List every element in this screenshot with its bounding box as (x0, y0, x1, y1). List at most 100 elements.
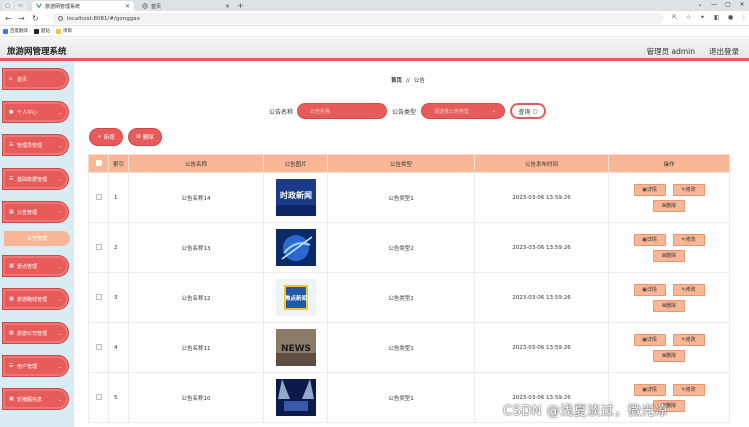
submenu-notice-management[interactable]: 公告管理 (4, 231, 70, 246)
back-icon[interactable]: ← (5, 12, 12, 25)
sidebar-item-carousel[interactable]: ▣ 轮播图信息 ⌄ (2, 388, 69, 410)
chevron-down-icon: ⌄ (58, 109, 62, 115)
row-checkbox[interactable] (95, 393, 102, 400)
sidebar-item-basic-data[interactable]: ☰ 基础数据管理 ⌄ (2, 168, 69, 190)
bookmark-item[interactable]: 百度翻译 (3, 28, 28, 34)
chevron-down-icon: ⌄ (58, 176, 62, 182)
table-row: 3 公告名称12 焦点新闻 公告类型2 2023-03-06 13:59:26 … (88, 272, 730, 323)
sidebar-item-users[interactable]: ☰ 用户管理 ⌄ (2, 355, 69, 377)
sidebar-item-notice[interactable]: ▦ 公告管理 ⌃ (2, 201, 69, 223)
info-icon[interactable] (58, 16, 63, 21)
row-actions: ▣ 详情 ✎ 修改 ⊠ 删除 (608, 172, 730, 223)
notice-image[interactable] (275, 379, 316, 416)
notice-image[interactable]: 焦点新闻 (275, 279, 316, 316)
menu-icon[interactable]: ⋮ (741, 14, 747, 21)
row-checkbox[interactable] (95, 243, 102, 250)
row-index: 1 (108, 172, 129, 223)
row-notice-type: 公告类型1 (327, 372, 475, 423)
profile-icon[interactable]: ● (728, 14, 733, 21)
detail-button[interactable]: ▣ 详情 (633, 333, 666, 346)
notice-image[interactable]: NEWS (275, 329, 316, 366)
detail-label: 详情 (646, 287, 657, 293)
globe-icon (142, 3, 148, 9)
bookmark-item[interactable]: 题钻 (34, 28, 50, 34)
sidebar-item-routes[interactable]: ▦ 旅游路线管理 ⌄ (2, 288, 69, 310)
url-input[interactable]: localhost:8081/#/gonggao (52, 13, 664, 24)
row-checkbox[interactable] (95, 343, 102, 350)
breadcrumb-home[interactable]: 首页 (391, 78, 402, 84)
select-all-checkbox[interactable] (95, 159, 102, 166)
edit-button[interactable]: ✎ 修改 (672, 183, 705, 196)
notice-image[interactable] (275, 229, 316, 266)
row-publish-time: 2023-03-06 13:59:26 (474, 172, 609, 223)
column-header[interactable]: 索引 (108, 154, 129, 173)
reload-icon[interactable]: ↻ (32, 12, 39, 25)
close-icon[interactable]: ✕ (125, 3, 130, 10)
add-button[interactable]: + 新增 (89, 128, 123, 146)
star-icon[interactable]: ☆ (686, 14, 691, 21)
browser-tab-active[interactable]: 旅游网管理系统 ✕ (32, 1, 134, 11)
share-icon[interactable]: ⇱ (672, 14, 677, 21)
sidebar-item-scenic[interactable]: ▦ 景点管理 ⌄ (2, 255, 69, 277)
chevron-down-icon: ⌄ (491, 108, 496, 114)
edit-button[interactable]: ✎ 修改 (672, 333, 705, 346)
bookmark-item[interactable]: 项目 (56, 28, 72, 34)
notice-image[interactable]: 时政新闻 (275, 179, 316, 216)
row-publish-time: 2023-03-06 13:59:26 (474, 272, 609, 323)
grid-icon: ▦ (9, 295, 14, 302)
close-icon[interactable]: ✕ (225, 3, 230, 10)
sidebar-item-admin[interactable]: ☰ 管理员管理 ⌄ (2, 134, 69, 156)
row-delete-button[interactable]: ⊠ 删除 (653, 199, 685, 212)
detail-button[interactable]: ▣ 详情 (633, 183, 666, 196)
row-delete-button[interactable]: ⊠ 删除 (653, 299, 685, 312)
pinned-tab[interactable]: ▢ (2, 1, 13, 11)
new-tab-button[interactable]: + (237, 1, 244, 10)
forward-icon[interactable]: → (18, 12, 25, 25)
batch-delete-button[interactable]: ⊠ 删除 (128, 128, 162, 146)
chevron-down-icon: ⌄ (58, 396, 62, 402)
minimize-icon[interactable]: — (707, 0, 721, 10)
sidebar-item-company[interactable]: ▦ 旅游公司管理 ⌄ (2, 322, 69, 344)
table-row: 1 公告名称14 时政新闻 公告类型1 2023-03-06 13:59:26 … (88, 172, 730, 223)
sidebar-item-home[interactable]: ⌂ 首页 (2, 68, 69, 90)
edit-button[interactable]: ✎ 修改 (672, 233, 705, 246)
row-delete-button[interactable]: ⊠ 删除 (653, 349, 685, 362)
edit-button[interactable]: ✎ 修改 (672, 383, 705, 396)
notice-name-input[interactable]: 公告名称 (297, 103, 387, 119)
maximize-icon[interactable]: ▢ (721, 0, 735, 10)
chevron-down-icon[interactable]: ⌄ (693, 0, 707, 10)
app-header: 旅游网管理系统 管理员 admin 退出登录 (0, 38, 749, 61)
add-button-label: 新增 (103, 135, 115, 141)
extensions-icon[interactable]: ✦ (700, 14, 705, 21)
row-image-cell: NEWS (263, 322, 328, 373)
watermark: CSDN @浅夏淡过，微光凉 (503, 404, 669, 419)
logout-link[interactable]: 退出登录 (709, 46, 739, 57)
sidebar-item-profile[interactable]: ● 个人中心 ⌄ (2, 101, 69, 123)
row-checkbox[interactable] (95, 193, 102, 200)
close-window-icon[interactable]: ✕ (735, 0, 749, 10)
row-notice-type: 公告类型1 (327, 172, 475, 223)
column-header[interactable]: 公告名称 (128, 154, 264, 173)
image-icon: ▣ (9, 395, 14, 402)
sidebar: ⌂ 首页 ● 个人中心 ⌄ ☰ 管理员管理 ⌄ ☰ 基础数据管理 ⌄ ▦ 公告管… (0, 61, 74, 427)
detail-button[interactable]: ▣ 详情 (633, 383, 666, 396)
search-button[interactable]: 查询 ○ (510, 103, 546, 119)
sidebar-icon[interactable]: ◧ (714, 14, 720, 21)
pinned-tab[interactable]: ▭ (15, 1, 26, 11)
column-header[interactable]: 公告发布时间 (474, 154, 609, 173)
bookmark-label: 百度翻译 (10, 29, 28, 34)
edit-button[interactable]: ✎ 修改 (672, 283, 705, 296)
row-delete-button[interactable]: ⊠ 删除 (653, 249, 685, 262)
browser-tab[interactable]: 首页 ✕ (138, 1, 234, 11)
notice-image-text: 焦点新闻 (283, 294, 307, 302)
row-checkbox[interactable] (95, 293, 102, 300)
notice-type-select[interactable]: 请选择公告类型 ⌄ (421, 103, 505, 119)
detail-button[interactable]: ▣ 详情 (633, 233, 666, 246)
sidebar-item-label: 景点管理 (17, 263, 38, 270)
column-header[interactable]: 公告图片 (263, 154, 328, 173)
row-notice-type: 公告类型2 (327, 222, 475, 273)
delete-label: 删除 (666, 253, 677, 259)
column-header[interactable]: 公告类型 (327, 154, 475, 173)
list-icon: ☰ (9, 175, 14, 182)
detail-button[interactable]: ▣ 详情 (633, 283, 666, 296)
